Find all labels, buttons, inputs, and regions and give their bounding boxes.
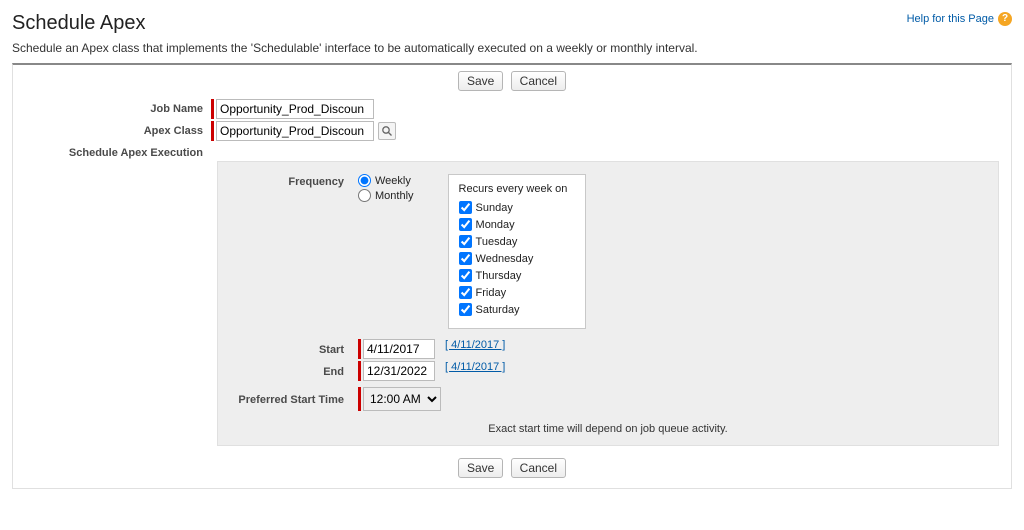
recur-day-label: Sunday xyxy=(476,202,513,214)
recur-day-checkbox[interactable] xyxy=(459,235,472,248)
cancel-button-bottom[interactable]: Cancel xyxy=(511,458,566,478)
recur-day-label: Monday xyxy=(476,219,515,231)
top-button-bar: Save Cancel xyxy=(13,65,1011,97)
recur-day-option[interactable]: Sunday xyxy=(459,201,568,214)
preferred-start-time-label: Preferred Start Time xyxy=(218,392,358,406)
end-date-today-link[interactable]: [ 4/11/2017 ] xyxy=(445,361,505,373)
recur-day-checkbox[interactable] xyxy=(459,252,472,265)
preferred-start-time-select[interactable]: 12:00 AM xyxy=(363,387,441,411)
start-label: Start xyxy=(218,342,358,356)
start-date-input[interactable] xyxy=(363,339,435,359)
help-link-text: Help for this Page xyxy=(907,13,994,25)
save-button[interactable]: Save xyxy=(458,71,503,91)
lookup-icon[interactable] xyxy=(378,122,396,140)
schedule-exec-panel: Frequency Weekly Monthly Recurs ever xyxy=(217,161,999,446)
recur-title: Recurs every week on xyxy=(459,183,568,195)
frequency-weekly-option[interactable]: Weekly xyxy=(358,174,414,187)
apex-class-input[interactable] xyxy=(216,121,374,141)
frequency-label: Frequency xyxy=(218,174,358,188)
save-button-bottom[interactable]: Save xyxy=(458,458,503,478)
apex-class-label: Apex Class xyxy=(13,125,211,137)
end-date-input[interactable] xyxy=(363,361,435,381)
frequency-monthly-text: Monthly xyxy=(375,190,414,202)
recur-day-option[interactable]: Saturday xyxy=(459,303,568,316)
recur-day-label: Friday xyxy=(476,287,507,299)
cancel-button[interactable]: Cancel xyxy=(511,71,566,91)
frequency-weekly-text: Weekly xyxy=(375,175,411,187)
recur-day-checkbox[interactable] xyxy=(459,303,472,316)
frequency-monthly-radio[interactable] xyxy=(358,189,371,202)
recur-day-checkbox[interactable] xyxy=(459,286,472,299)
recur-box: Recurs every week on Sunday Monday Tuesday… xyxy=(448,174,587,329)
recur-day-checkbox[interactable] xyxy=(459,269,472,282)
page-title: Schedule Apex xyxy=(12,12,145,35)
help-icon: ? xyxy=(998,12,1012,26)
recur-day-option[interactable]: Wednesday xyxy=(459,252,568,265)
end-label: End xyxy=(218,364,358,378)
recur-day-checkbox[interactable] xyxy=(459,201,472,214)
recur-day-label: Tuesday xyxy=(476,236,518,248)
start-date-today-link[interactable]: [ 4/11/2017 ] xyxy=(445,339,505,351)
job-name-input[interactable] xyxy=(216,99,374,119)
help-link[interactable]: Help for this Page ? xyxy=(907,12,1012,26)
start-time-hint: Exact start time will depend on job queu… xyxy=(218,423,998,435)
recur-day-option[interactable]: Tuesday xyxy=(459,235,568,248)
bottom-button-bar: Save Cancel xyxy=(13,452,1011,484)
recur-day-label: Thursday xyxy=(476,270,522,282)
main-panel: Save Cancel Job Name Apex Class xyxy=(12,63,1012,489)
intro-text: Schedule an Apex class that implements t… xyxy=(12,41,1012,55)
job-name-label: Job Name xyxy=(13,103,211,115)
recur-day-checkbox[interactable] xyxy=(459,218,472,231)
recur-day-label: Saturday xyxy=(476,304,520,316)
recur-day-option[interactable]: Thursday xyxy=(459,269,568,282)
recur-day-option[interactable]: Monday xyxy=(459,218,568,231)
recur-day-option[interactable]: Friday xyxy=(459,286,568,299)
recur-day-label: Wednesday xyxy=(476,253,534,265)
frequency-monthly-option[interactable]: Monthly xyxy=(358,189,414,202)
frequency-weekly-radio[interactable] xyxy=(358,174,371,187)
schedule-section-label: Schedule Apex Execution xyxy=(13,145,211,159)
